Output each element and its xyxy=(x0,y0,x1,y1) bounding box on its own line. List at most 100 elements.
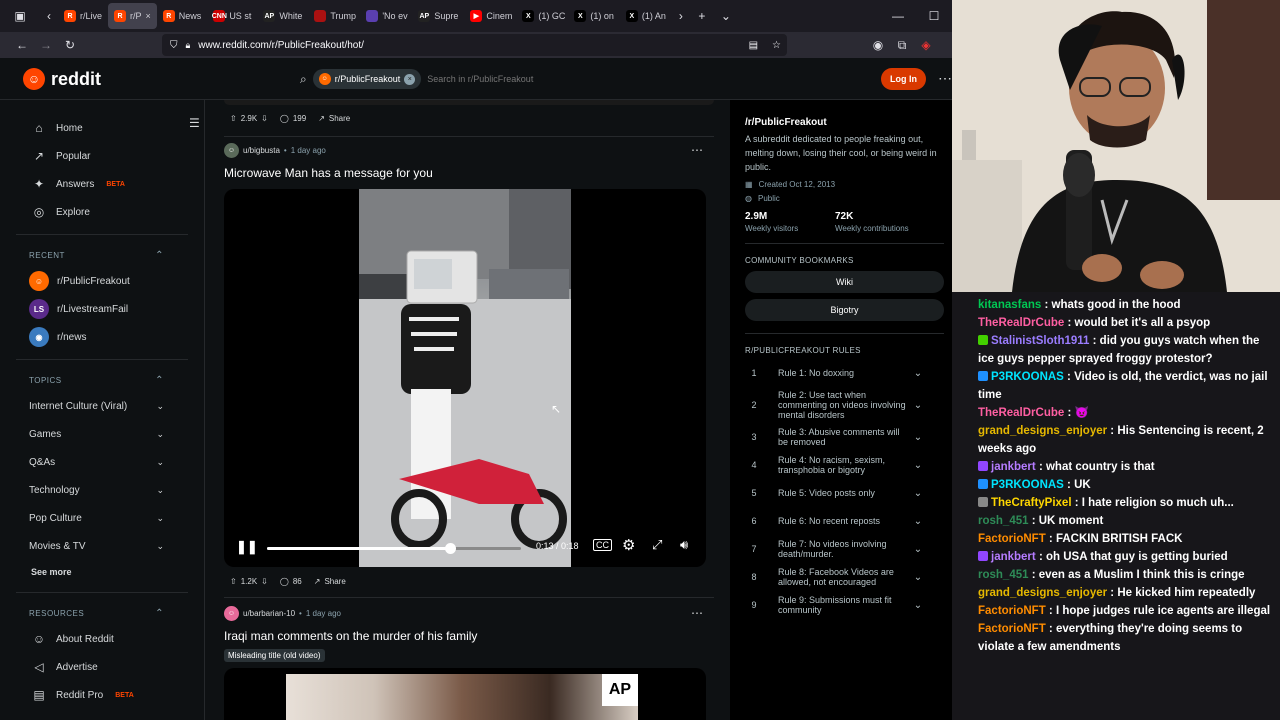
browser-tab[interactable]: X (1) GC xyxy=(516,3,568,29)
rule-item[interactable]: 3 Rule 3: Abusive comments will be remove… xyxy=(730,423,952,451)
browser-tab[interactable]: CNN US st xyxy=(207,3,257,29)
chat-username[interactable]: FactorioNFT xyxy=(978,533,1046,545)
browser-tab[interactable]: R News xyxy=(157,3,208,29)
tab-overview-icon[interactable]: ▣ xyxy=(0,4,40,28)
topic-item[interactable]: Technology ⌄ xyxy=(0,476,204,504)
resource-item[interactable]: ▤ Reddit Pro BETA xyxy=(0,681,204,709)
resource-item[interactable]: ◁ Advertise xyxy=(0,653,204,681)
browser-tab[interactable]: 'No ev xyxy=(360,3,412,29)
volume-icon[interactable]: 🔊︎ xyxy=(680,537,688,553)
comments-button[interactable]: ◯ 199 xyxy=(280,114,306,123)
topics-section-header[interactable]: TOPICS ⌃ xyxy=(0,368,204,392)
chat-username[interactable]: FactorioNFT xyxy=(978,623,1046,635)
post-flair[interactable]: Misleading title (old video) xyxy=(224,649,325,662)
rule-item[interactable]: 5 Rule 5: Video posts only ⌄ xyxy=(730,479,952,507)
post-card[interactable]: ☺ u/barbarian-10 • 1 day ago ⋯ Iraqi man… xyxy=(224,606,714,720)
video-player[interactable]: ↖ ❚❚ 0:13 / 0:18 CC ⚙ ⤢ 🔊︎ xyxy=(224,189,706,567)
browser-tab[interactable]: Rr/Live xyxy=(58,3,108,29)
topic-item[interactable]: Pop Culture ⌄ xyxy=(0,504,204,532)
reader-view-icon[interactable]: ▤ xyxy=(749,40,758,51)
post-options-icon[interactable]: ⋯ xyxy=(691,606,703,620)
rule-item[interactable]: 7 Rule 7: No videos involving death/murde… xyxy=(730,535,952,563)
chat-username[interactable]: rosh_451 xyxy=(978,569,1029,581)
rule-item[interactable]: 8 Rule 8: Facebook Videos are allowed, no… xyxy=(730,563,952,591)
tabs-scroll-right-icon[interactable]: › xyxy=(672,4,690,28)
browser-tab[interactable]: AP Supre xyxy=(412,3,464,29)
tab-close-icon[interactable]: × xyxy=(146,11,151,21)
settings-gear-icon[interactable]: ⚙ xyxy=(622,536,635,554)
video-thumbnail[interactable]: AP xyxy=(224,668,706,720)
fullscreen-icon[interactable]: ⤢ xyxy=(652,537,662,553)
browser-tab[interactable]: Trump xyxy=(308,3,360,29)
post-title[interactable]: Microwave Man has a message for you xyxy=(224,166,714,180)
account-icon[interactable]: ◉ xyxy=(866,33,890,57)
search-bar[interactable]: ⌕ ☺ r/PublicFreakout × xyxy=(300,66,630,92)
url-text[interactable]: www.reddit.com/r/PublicFreakout/hot/ xyxy=(198,40,364,51)
tab-list-dropdown-icon[interactable]: ⌄ xyxy=(714,4,738,28)
topic-item[interactable]: Movies & TV ⌄ xyxy=(0,532,204,560)
rule-item[interactable]: 1 Rule 1: No doxxing ⌄ xyxy=(730,359,952,387)
browser-tab[interactable]: ▶ Cinem xyxy=(464,3,516,29)
sidebar-item-answers[interactable]: ✦ Answers BETA xyxy=(0,170,204,198)
chat-username[interactable]: kitanasfans xyxy=(978,299,1041,311)
collapse-sidebar-icon[interactable]: ☰ xyxy=(189,116,200,130)
reload-icon[interactable]: ↻ xyxy=(58,33,82,57)
topic-item[interactable]: Internet Culture (Viral) ⌄ xyxy=(0,392,204,420)
comments-button[interactable]: ◯ 86 xyxy=(280,577,302,586)
extensions-icon[interactable]: ⧉ xyxy=(890,33,914,57)
rule-item[interactable]: 9 Rule 9: Submissions must fit community ⌄ xyxy=(730,591,952,619)
video-progress-track[interactable] xyxy=(267,543,521,554)
shield-icon[interactable]: ⛉ xyxy=(170,40,178,51)
recent-subreddit[interactable]: ☺ r/PublicFreakout xyxy=(0,267,204,295)
browser-tab[interactable]: AP White xyxy=(257,3,308,29)
login-button[interactable]: Log In xyxy=(881,68,926,90)
back-icon[interactable]: ← xyxy=(10,33,34,57)
chat-username[interactable]: StalinistSloth1911 xyxy=(991,335,1089,347)
share-button[interactable]: ↗ Share xyxy=(318,114,350,123)
reddit-logo[interactable]: ☺ reddit xyxy=(23,68,101,90)
see-more-link[interactable]: See more xyxy=(0,560,204,584)
rule-item[interactable]: 2 Rule 2: Use tact when commenting on vid… xyxy=(730,387,952,423)
sidebar-item-home[interactable]: ⌂ Home xyxy=(0,114,204,142)
extension-badge-icon[interactable]: ◈ xyxy=(914,33,938,57)
upvote-icon[interactable]: ⇧ xyxy=(230,577,237,586)
topic-item[interactable]: Q&As ⌄ xyxy=(0,448,204,476)
topic-item[interactable]: Games ⌄ xyxy=(0,420,204,448)
chat-username[interactable]: TheRealDrCube xyxy=(978,407,1064,419)
chat-username[interactable]: grand_designs_enjoyer xyxy=(978,587,1107,599)
chat-username[interactable]: TheRealDrCube xyxy=(978,317,1064,329)
chat-username[interactable]: jankbert xyxy=(991,461,1036,473)
bookmark-button[interactable]: Bigotry xyxy=(745,299,944,321)
chat-username[interactable]: P3RKOONAS xyxy=(991,479,1064,491)
post-author[interactable]: u/barbarian-10 xyxy=(243,609,295,618)
resource-item[interactable]: ☺ About Reddit xyxy=(0,625,204,653)
user-avatar[interactable]: ☺ xyxy=(224,143,239,158)
browser-tab[interactable]: X (1) An xyxy=(620,3,672,29)
chat-username[interactable]: grand_designs_enjoyer xyxy=(978,425,1107,437)
downvote-icon[interactable]: ⇩ xyxy=(261,577,268,586)
user-avatar[interactable]: ☺ xyxy=(224,606,239,621)
sidebar-item-explore[interactable]: ◎ Explore xyxy=(0,198,204,226)
recent-subreddit[interactable]: ◉ r/news xyxy=(0,323,204,351)
post-author[interactable]: u/bigbusta xyxy=(243,146,280,155)
upvote-icon[interactable]: ⇧ xyxy=(230,114,237,123)
forward-icon[interactable]: → xyxy=(34,33,58,57)
browser-tab[interactable]: Rr/P × xyxy=(108,3,157,29)
bookmark-button[interactable]: Wiki xyxy=(745,271,944,293)
tabs-scroll-left-icon[interactable]: ‹ xyxy=(40,4,58,28)
search-input[interactable] xyxy=(427,74,588,84)
maximize-icon[interactable]: ☐ xyxy=(916,4,952,28)
chat-username[interactable]: rosh_451 xyxy=(978,515,1029,527)
chat-username[interactable]: FactorioNFT xyxy=(978,605,1046,617)
search-subreddit-chip[interactable]: ☺ r/PublicFreakout × xyxy=(312,69,422,89)
downvote-icon[interactable]: ⇩ xyxy=(261,114,268,123)
new-tab-icon[interactable]: + xyxy=(690,4,714,28)
chat-username[interactable]: jankbert xyxy=(991,551,1036,563)
recent-section-header[interactable]: RECENT ⌃ xyxy=(0,243,204,267)
clear-chip-icon[interactable]: × xyxy=(404,73,416,85)
chat-username[interactable]: P3RKOONAS xyxy=(991,371,1064,383)
sidebar-item-popular[interactable]: ↗ Popular xyxy=(0,142,204,170)
pause-icon[interactable]: ❚❚ xyxy=(236,539,258,555)
chat-username[interactable]: TheCraftyPixel xyxy=(991,497,1072,509)
captions-icon[interactable]: CC xyxy=(593,539,612,551)
